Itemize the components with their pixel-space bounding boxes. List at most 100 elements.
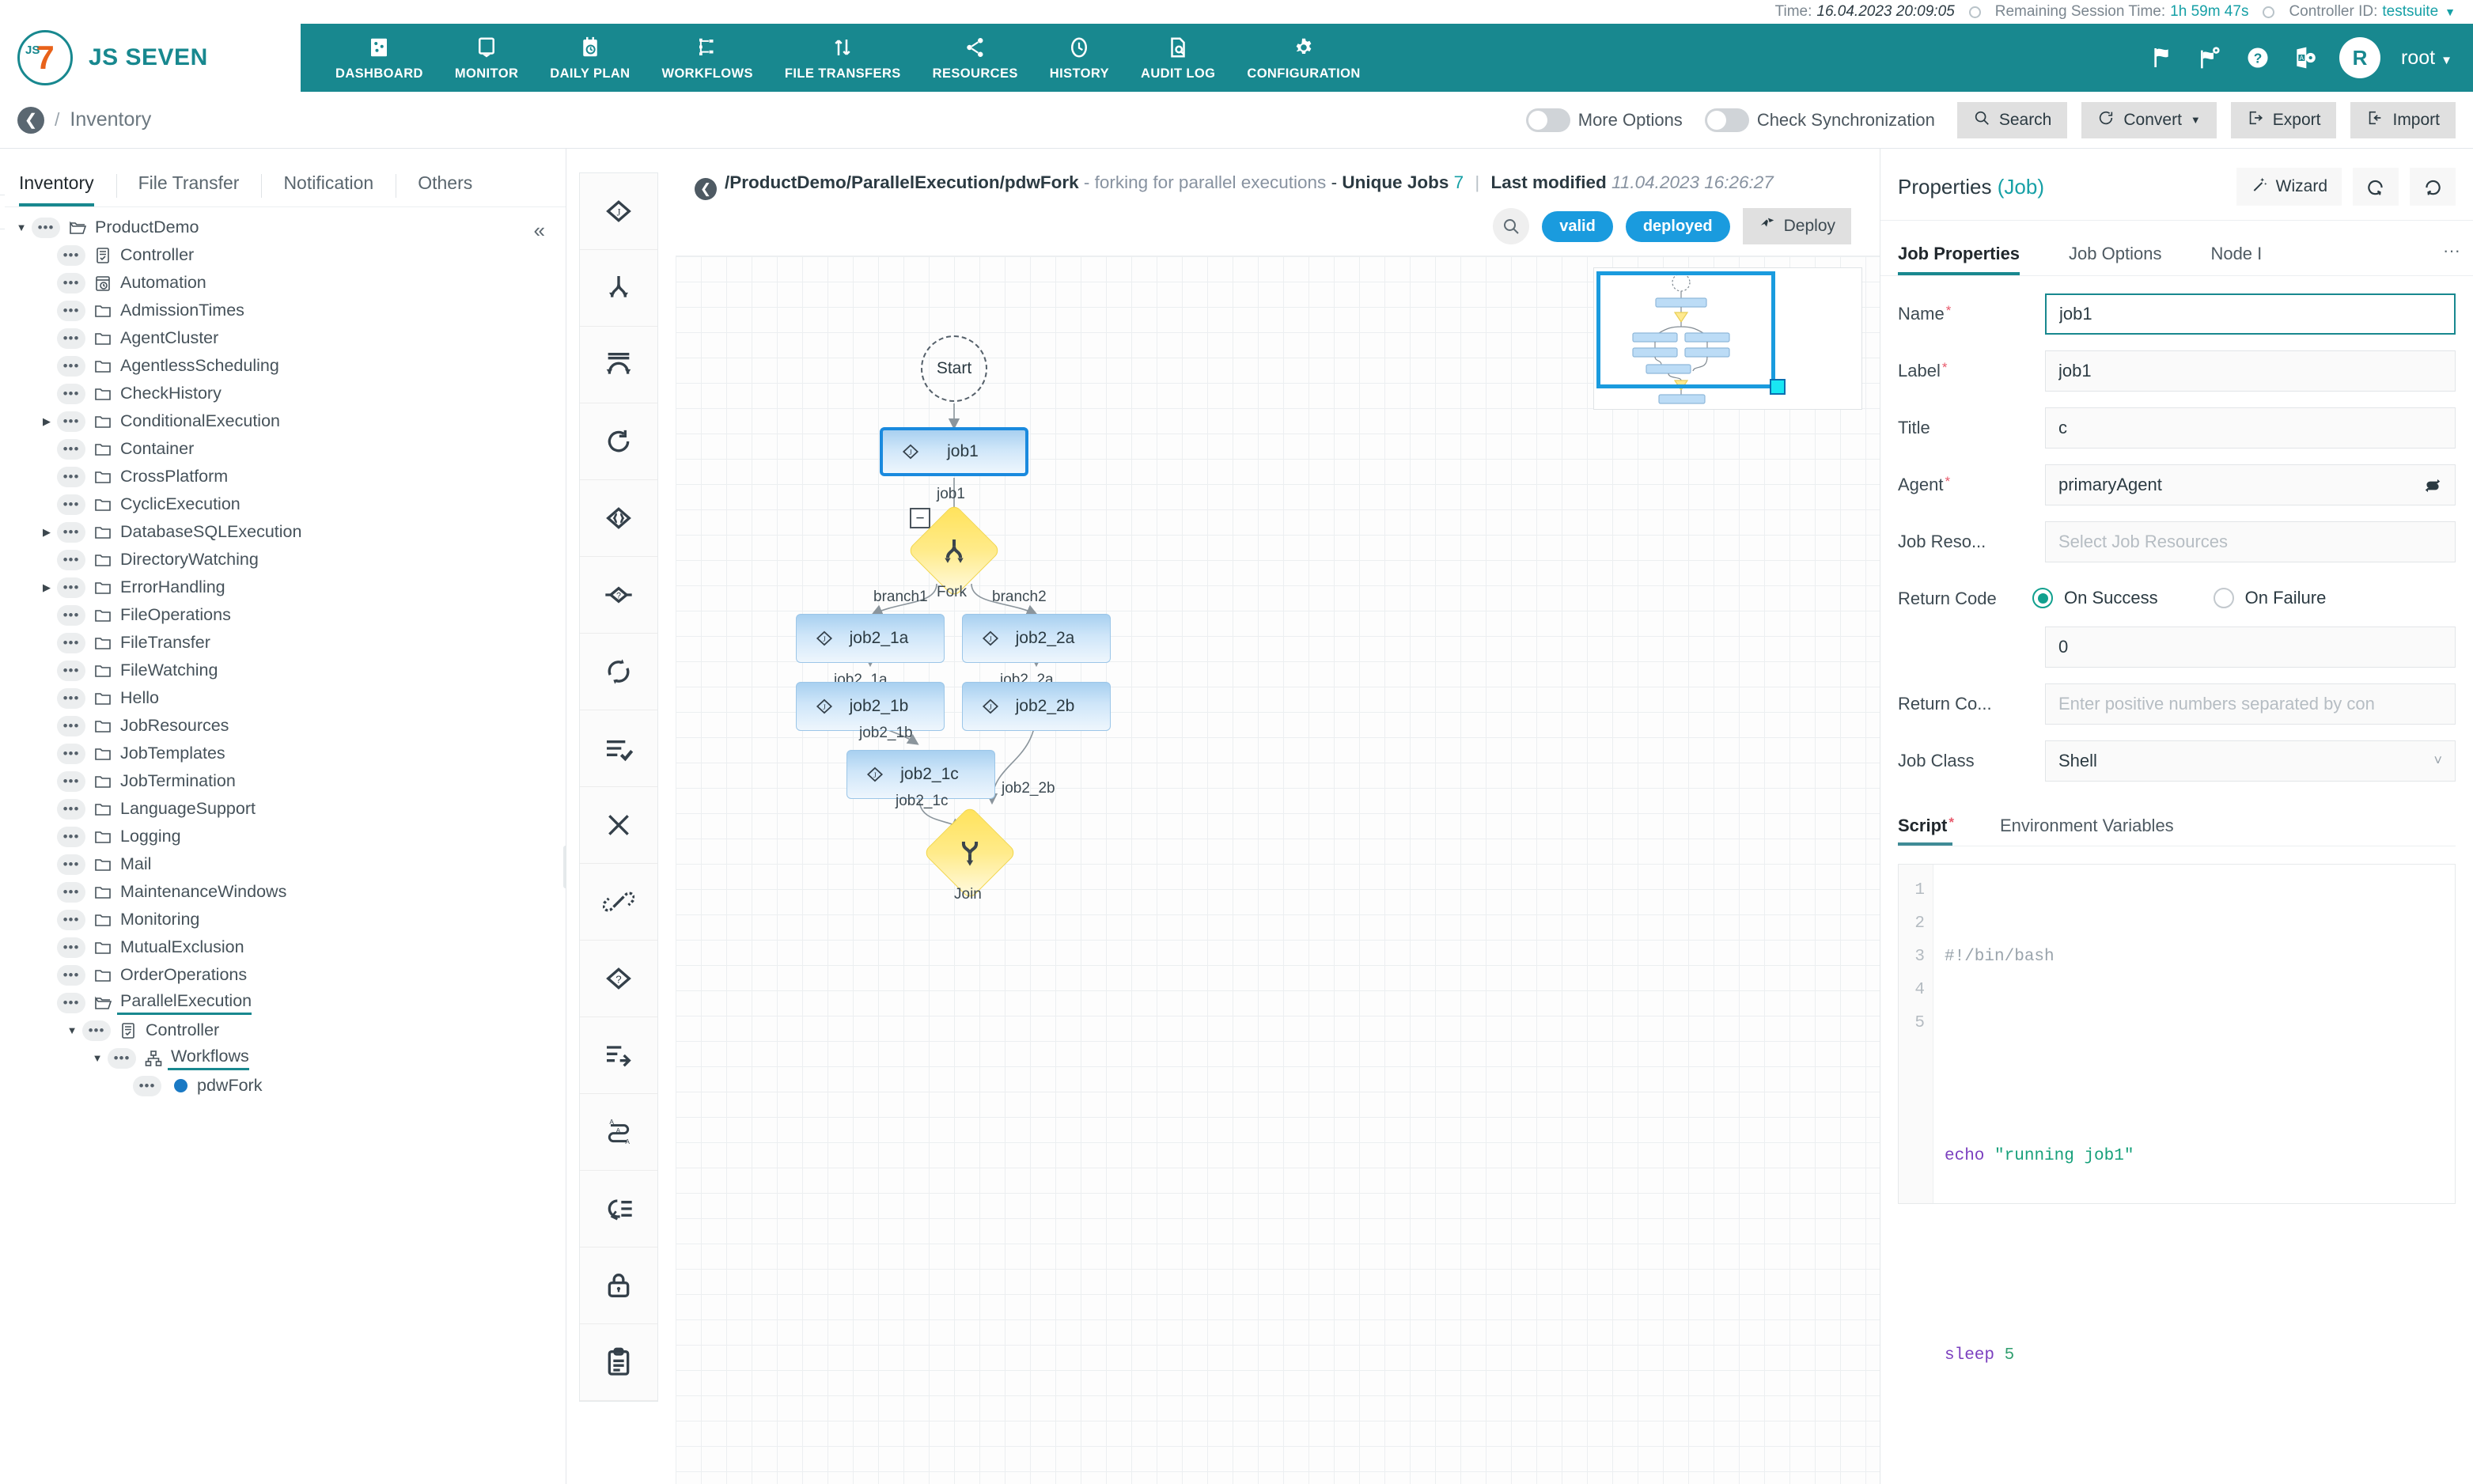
flag-icon[interactable] [2149,44,2176,71]
tree-item-parallelexecution[interactable]: ••• ParallelExecution [0,989,566,1016]
label-input[interactable] [2045,350,2456,392]
diagram-search-icon[interactable] [1493,208,1530,245]
workflow-node-join[interactable] [922,805,1017,900]
help-icon[interactable]: ? [2244,44,2271,71]
finish-node-icon[interactable] [580,710,657,787]
break-node-icon[interactable] [580,864,657,941]
check-synchronization-toggle[interactable] [1704,108,1749,132]
nav-item-history[interactable]: HISTORY [1036,29,1123,86]
tree-item-menu-icon[interactable]: ••• [57,604,85,626]
tree-item-jobtermination[interactable]: ••• JobTermination [0,767,566,795]
workflow-canvas[interactable]: Start J job1 job1 − Fork branch1 branch2… [676,256,1880,1484]
tree-twisty-icon[interactable]: ▼ [87,1052,108,1064]
nav-item-resources[interactable]: RESOURCES [918,29,1032,86]
tree-item-agentlessscheduling[interactable]: ••• AgentlessScheduling [0,352,566,380]
tree-item-languagesupport[interactable]: ••• LanguageSupport [0,795,566,823]
tree-twisty-icon[interactable]: ▶ [36,415,57,428]
tree-item-databasesqlexecution[interactable]: ▶ ••• DatabaseSQLExecution [0,518,566,546]
tree-item-menu-icon[interactable]: ••• [57,438,85,460]
tree-item-monitoring[interactable]: ••• Monitoring [0,906,566,933]
refresh-agents-icon[interactable] [2422,475,2443,500]
return-code-input[interactable] [2045,626,2456,668]
tree-item-menu-icon[interactable]: ••• [32,217,60,238]
lock-node-icon[interactable] [580,1247,657,1324]
post-notice-node-icon[interactable]: AAA [580,1094,657,1171]
more-options-toggle[interactable] [1525,108,1570,132]
tree-item-menu-icon[interactable]: ••• [57,881,85,903]
tree-item-menu-icon[interactable]: ••• [57,521,85,543]
tab-job-properties[interactable]: Job Properties [1898,244,2047,275]
nav-item-daily-plan[interactable]: DAILY PLAN [536,29,644,86]
left-pane-splitter[interactable] [563,846,566,888]
name-input[interactable] [2045,293,2456,335]
tree-item-errorhandling[interactable]: ▶ ••• ErrorHandling [0,574,566,601]
tree-item-menu-icon[interactable]: ••• [57,466,85,487]
fail-node-icon[interactable] [580,787,657,864]
tree-twisty-icon[interactable]: ▶ [36,581,57,594]
add-order-node-icon[interactable] [580,1017,657,1094]
controller-id-value[interactable]: testsuite [2377,3,2438,21]
tree-item-menu-icon[interactable]: ••• [57,355,85,377]
tree-item-menu-icon[interactable]: ••• [57,494,85,515]
if-node-icon[interactable]: ? [580,557,657,634]
workflow-node-job2_2a[interactable]: J job2_2a [962,614,1111,664]
tree-item-menu-icon[interactable]: ••• [57,992,85,1013]
flag-settings-icon[interactable] [2197,44,2224,71]
tree-item-cyclicexecution[interactable]: ••• CyclicExecution [0,490,566,518]
question-node-icon[interactable]: ? [580,941,657,1017]
tree-item-menu-icon[interactable]: ••• [57,272,85,293]
search-button[interactable]: Search [1956,101,2068,138]
tree-item-menu-icon[interactable]: ••• [57,660,85,681]
radio-on-failure[interactable]: On Failure [2213,588,2326,608]
workflow-node-job2_1a[interactable]: J job2_1a [796,614,945,664]
tree-item-productdemo[interactable]: ▼ ••• ProductDemo [0,214,566,241]
tree-item-menu-icon[interactable]: ••• [57,244,85,266]
nav-item-dashboard[interactable]: DASHBOARD [321,29,437,86]
return-codes-input[interactable] [2045,683,2456,725]
tree-twisty-icon[interactable]: ▶ [36,526,57,539]
tree-item-hello[interactable]: ••• Hello [0,684,566,712]
tree-item-menu-icon[interactable]: ••• [57,383,85,404]
tab-node-parameters[interactable]: Node I [2210,244,2289,275]
tree-item-mutualexclusion[interactable]: ••• MutualExclusion [0,933,566,961]
tab-others[interactable]: Others [396,172,494,206]
convert-button[interactable]: Convert ▼ [2081,101,2217,138]
tree-item-menu-icon[interactable]: ••• [57,964,85,986]
tree-item-pdwfork[interactable]: ••• pdwFork [0,1072,566,1100]
tree-item-menu-icon[interactable]: ••• [57,632,85,653]
diagram-back-button[interactable]: ❮ [695,178,717,201]
tree-item-crossplatform[interactable]: ••• CrossPlatform [0,463,566,490]
avatar[interactable]: R [2339,37,2381,78]
tree-item-menu-icon[interactable]: ••• [57,327,85,349]
agent-input[interactable] [2045,464,2456,505]
tab-notification[interactable]: Notification [261,172,396,206]
tree-item-fileoperations[interactable]: ••• FileOperations [0,601,566,629]
board-node-icon[interactable] [580,1324,657,1401]
cycle-node-icon[interactable] [580,634,657,710]
wizard-button[interactable]: Wizard [2236,168,2342,206]
redo-button[interactable] [2410,168,2456,206]
canvas-minimap[interactable] [1593,267,1862,411]
title-input[interactable] [2045,407,2456,449]
job-resources-input[interactable] [2045,521,2456,562]
tree-item-admissiontimes[interactable]: ••• AdmissionTimes [0,297,566,324]
expression-node-icon[interactable] [580,480,657,557]
nav-item-file-transfers[interactable]: FILE TRANSFERS [771,29,915,86]
tab-file-transfer[interactable]: File Transfer [116,172,262,206]
tree-item-menu-icon[interactable]: ••• [57,715,85,736]
tree-item-menu-icon[interactable]: ••• [57,411,85,432]
tab-job-options[interactable]: Job Options [2069,244,2188,275]
tree-item-controller[interactable]: ••• Controller [0,241,566,269]
tree-item-menu-icon[interactable]: ••• [57,798,85,820]
workflow-node-job2_1b[interactable]: J job2_1b [796,682,945,732]
minimap-resize-handle[interactable] [1770,379,1786,396]
tree-item-controller[interactable]: ▼ ••• Controller [0,1016,566,1044]
brand-logo[interactable]: JS 7 JS SEVEN [0,24,301,92]
export-button[interactable]: Export [2230,101,2337,138]
job-node-icon[interactable]: J [580,173,657,250]
tab-environment-variables[interactable]: Environment Variables [2000,816,2198,846]
tree-item-filewatching[interactable]: ••• FileWatching [0,657,566,684]
tree-item-menu-icon[interactable]: ••• [133,1075,161,1096]
tree-item-mail[interactable]: ••• Mail [0,850,566,878]
undo-button[interactable] [2353,168,2399,206]
